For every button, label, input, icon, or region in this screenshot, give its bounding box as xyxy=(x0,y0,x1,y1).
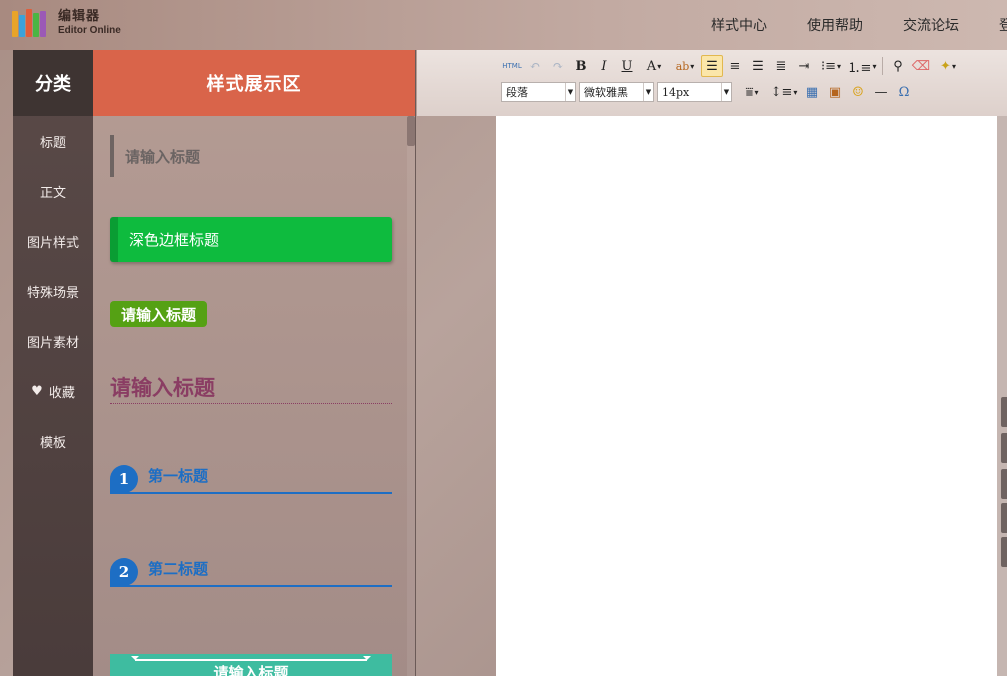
eraser-icon[interactable]: ⌫ xyxy=(910,55,932,77)
highlight-color-button[interactable]: ab ▾ xyxy=(670,55,700,77)
paragraph-select[interactable]: 段落 ▼ xyxy=(501,82,576,102)
nav-style-center[interactable]: 样式中心 xyxy=(711,15,767,35)
scrollbar-thumb[interactable] xyxy=(407,116,415,146)
right-side-strip xyxy=(997,116,1007,676)
style-panel: 样式展示区 请输入标题 深色边框标题 请输入标题 请输入标题 1 第一标题 2 … xyxy=(93,50,416,676)
align-left-icon[interactable]: ☰ xyxy=(701,55,723,77)
font-family-select[interactable]: 微软雅黑 ▼ xyxy=(579,82,654,102)
highlight-label: ab xyxy=(675,59,690,73)
style-numbered-title-2[interactable]: 2 第二标题 xyxy=(110,557,392,587)
ordered-list-icon[interactable]: ⒈≡ ▾ xyxy=(847,55,877,77)
chevron-down-icon: ▼ xyxy=(565,83,575,101)
italic-button[interactable]: I xyxy=(593,55,615,77)
logo[interactable]: 编辑器 Editor Online xyxy=(12,9,121,39)
table-icon[interactable]: ▦ xyxy=(801,81,823,103)
omega-special-char-icon[interactable]: Ω xyxy=(893,81,915,103)
banner-title-text: 请输入标题 xyxy=(213,664,289,676)
style-panel-scrollbar[interactable] xyxy=(407,116,415,676)
style-dotted-underline-title[interactable]: 请输入标题 xyxy=(110,372,392,404)
underline-button[interactable]: U xyxy=(616,55,638,77)
logo-icon xyxy=(12,9,52,39)
category-template[interactable]: 模板 xyxy=(13,416,93,466)
category-image-material[interactable]: 图片素材 xyxy=(13,316,93,366)
style-left-border-title[interactable]: 请输入标题 xyxy=(110,135,200,177)
chevron-down-icon: ▼ xyxy=(643,83,653,101)
align-center-icon[interactable]: ≡ xyxy=(724,55,746,77)
style-dark-border-title[interactable]: 深色边框标题 xyxy=(110,217,392,262)
numbered-title-text: 第一标题 xyxy=(148,467,209,485)
category-favorites-label: 收藏 xyxy=(48,385,75,401)
emoticon-icon[interactable]: ☺ xyxy=(847,81,869,103)
style-numbered-title-1[interactable]: 1 第一标题 xyxy=(110,464,392,494)
magic-wand-icon[interactable]: ✦ ▾ xyxy=(933,55,963,77)
toolbar-separator xyxy=(882,57,883,75)
font-color-button[interactable]: A ▾ xyxy=(639,55,669,77)
style-green-badge-title[interactable]: 请输入标题 xyxy=(110,301,208,327)
side-tab[interactable] xyxy=(1001,503,1007,533)
nav-forum[interactable]: 交流论坛 xyxy=(903,15,959,35)
nav-help[interactable]: 使用帮助 xyxy=(807,15,863,35)
editor-toolbar: HTML ↶ ↷ B I U A ▾ ab ▾ ☰ ≡ ☰ ≣ ⇥ ⁝≡ ▾ ⒈≡ ▾ … xyxy=(417,50,1007,116)
category-body-text[interactable]: 正文 xyxy=(13,166,93,216)
top-nav: 样式中心 使用帮助 交流论坛 登录 xyxy=(671,0,1007,50)
numbered-title-text: 第二标题 xyxy=(148,560,209,578)
style-panel-header: 样式展示区 xyxy=(93,50,415,116)
font-size-value: 14px xyxy=(662,85,690,99)
number-badge: 2 xyxy=(110,558,138,586)
top-bar: 编辑器 Editor Online 样式中心 使用帮助 交流论坛 登录 xyxy=(0,0,1007,50)
category-image-style[interactable]: 图片样式 xyxy=(13,216,93,266)
category-favorites[interactable]: ♥ 收藏 xyxy=(13,366,93,416)
binoculars-icon[interactable]: ⚲ xyxy=(887,55,909,77)
category-header: 分类 xyxy=(13,50,93,116)
side-tab[interactable] xyxy=(1001,433,1007,463)
side-tab[interactable] xyxy=(1001,469,1007,499)
line-height-icon[interactable]: ↕≡ ▾ xyxy=(768,81,800,103)
font-family-value: 微软雅黑 xyxy=(584,86,628,99)
category-sidebar: 分类 标题 正文 图片样式 特殊场景 图片素材 ♥ 收藏 模板 xyxy=(13,50,93,676)
category-special-scene[interactable]: 特殊场景 xyxy=(13,266,93,316)
category-title[interactable]: 标题 xyxy=(13,116,93,166)
brand-name-cn: 编辑器 xyxy=(58,9,101,24)
number-badge: 1 xyxy=(110,465,138,493)
image-icon[interactable]: ▣ xyxy=(824,81,846,103)
row-spacing-icon[interactable]: ⩸ ▾ xyxy=(737,81,767,103)
html-source-button[interactable]: HTML xyxy=(501,55,523,77)
toolbar-row-2: 段落 ▼ 微软雅黑 ▼ 14px ▼ ⩸ ▾ ↕≡ ▾ ▦ ▣ ☺ — Ω xyxy=(501,81,916,103)
brand-name-en: Editor Online xyxy=(58,25,121,36)
editor: HTML ↶ ↷ B I U A ▾ ab ▾ ☰ ≡ ☰ ≣ ⇥ ⁝≡ ▾ ⒈≡ ▾ … xyxy=(417,50,1007,676)
font-size-select[interactable]: 14px ▼ xyxy=(657,82,732,102)
chevron-down-icon: ▼ xyxy=(721,83,731,101)
paragraph-select-value: 段落 xyxy=(506,86,528,99)
style-teal-banner-title[interactable]: 请输入标题 xyxy=(110,654,392,676)
side-tab[interactable] xyxy=(1001,537,1007,567)
horizontal-rule-icon[interactable]: — xyxy=(870,81,892,103)
side-tab[interactable] xyxy=(1001,397,1007,427)
unordered-list-icon[interactable]: ⁝≡ ▾ xyxy=(816,55,846,77)
editor-content-area[interactable] xyxy=(496,116,997,676)
nav-login[interactable]: 登录 xyxy=(999,15,1007,35)
indent-icon[interactable]: ⇥ xyxy=(793,55,815,77)
banner-wire xyxy=(131,656,371,661)
toolbar-row-1: HTML ↶ ↷ B I U A ▾ ab ▾ ☰ ≡ ☰ ≣ ⇥ ⁝≡ ▾ ⒈≡ ▾ … xyxy=(501,55,964,77)
bold-button[interactable]: B xyxy=(570,55,592,77)
justify-icon[interactable]: ≣ xyxy=(770,55,792,77)
undo-icon[interactable]: ↶ xyxy=(524,55,546,77)
redo-icon[interactable]: ↷ xyxy=(547,55,569,77)
font-color-label: A xyxy=(646,58,657,74)
heart-icon: ♥ xyxy=(31,383,43,399)
align-right-icon[interactable]: ☰ xyxy=(747,55,769,77)
